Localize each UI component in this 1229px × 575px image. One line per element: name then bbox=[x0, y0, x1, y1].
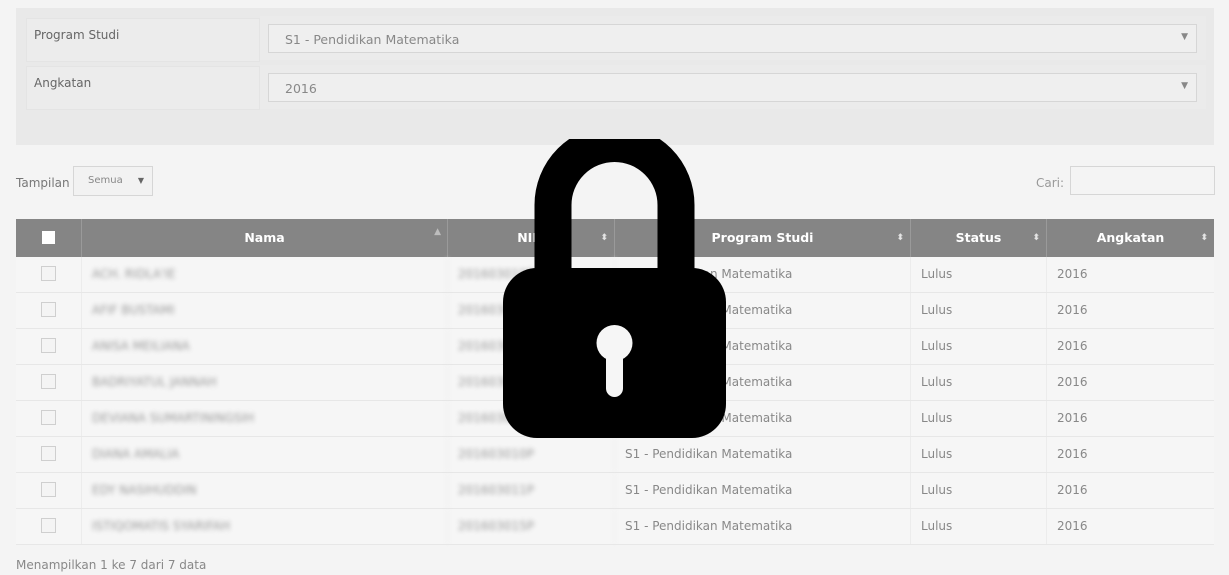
column-header-nama[interactable]: Nama ▲ bbox=[82, 219, 448, 257]
row-checkbox[interactable] bbox=[41, 302, 56, 317]
cell-angkatan: 2016 bbox=[1057, 303, 1088, 317]
cell-status: Lulus bbox=[911, 509, 1047, 544]
angkatan-label: Angkatan bbox=[26, 66, 260, 110]
cell-nama: ISTIQOMATIS SYARIFAH bbox=[82, 509, 448, 544]
cell-nim: 201603010P bbox=[448, 437, 615, 472]
cell-angkatan: 2016 bbox=[1057, 267, 1088, 281]
sort-icon: ⬍ bbox=[1200, 233, 1208, 243]
cell-nama: BADRIYATUL JANNAH bbox=[82, 365, 448, 400]
cell-angkatan: 2016 bbox=[1057, 447, 1088, 461]
cell-program-studi: S1 - Pendidikan Matematika bbox=[615, 473, 911, 508]
chevron-down-icon: ▼ bbox=[1181, 81, 1188, 91]
cell-status: Lulus bbox=[911, 293, 1047, 328]
cell-nama: ACH. RIDLA'IE bbox=[82, 257, 448, 292]
angkatan-value: 2016 bbox=[285, 81, 317, 96]
tampilan-label: Tampilan bbox=[16, 176, 70, 190]
sort-icon: ⬍ bbox=[1032, 233, 1040, 243]
filter-panel: Program Studi S1 - Pendidikan Matematika… bbox=[16, 8, 1214, 145]
cell-status: Lulus bbox=[911, 365, 1047, 400]
cell-angkatan: 2016 bbox=[1057, 339, 1088, 353]
search-input[interactable] bbox=[1070, 166, 1215, 195]
table-info: Menampilkan 1 ke 7 dari 7 data bbox=[16, 558, 207, 572]
column-header-angkatan[interactable]: Angkatan ⬍ bbox=[1047, 219, 1214, 257]
cell-status: Lulus bbox=[911, 257, 1047, 292]
cell-nim: 201603015P bbox=[448, 509, 615, 544]
search-label: Cari: bbox=[1036, 176, 1065, 190]
cell-angkatan: 2016 bbox=[1057, 375, 1088, 389]
table-row: ISTIQOMATIS SYARIFAH 201603015P S1 - Pen… bbox=[16, 509, 1214, 545]
cell-status: Lulus bbox=[911, 473, 1047, 508]
program-studi-select[interactable]: S1 - Pendidikan Matematika ▼ bbox=[268, 24, 1197, 53]
chevron-down-icon: ▼ bbox=[1181, 32, 1188, 42]
cell-status: Lulus bbox=[911, 437, 1047, 472]
row-checkbox[interactable] bbox=[41, 518, 56, 533]
angkatan-select[interactable]: 2016 ▼ bbox=[268, 73, 1197, 102]
cell-nama: DIANA AMALIA bbox=[82, 437, 448, 472]
cell-nama: DEVIANA SUMARTININGSIH bbox=[82, 401, 448, 436]
cell-program-studi: S1 - Pendidikan Matematika bbox=[615, 437, 911, 472]
cell-nama: ANISA MEILIANA bbox=[82, 329, 448, 364]
row-checkbox[interactable] bbox=[41, 338, 56, 353]
program-studi-value: S1 - Pendidikan Matematika bbox=[285, 32, 460, 47]
select-all-checkbox[interactable] bbox=[42, 231, 55, 244]
length-select[interactable]: Semua ▼ bbox=[73, 166, 153, 196]
lock-icon bbox=[503, 139, 726, 438]
cell-nama: AFIF BUSTAMI bbox=[82, 293, 448, 328]
row-checkbox[interactable] bbox=[41, 482, 56, 497]
column-header-status[interactable]: Status ⬍ bbox=[911, 219, 1047, 257]
row-checkbox[interactable] bbox=[41, 446, 56, 461]
angkatan-cell: 2016 ▼ bbox=[260, 65, 1206, 109]
cell-angkatan: 2016 bbox=[1057, 519, 1088, 533]
program-studi-label: Program Studi bbox=[26, 18, 260, 62]
sort-asc-icon: ▲ bbox=[434, 227, 441, 237]
cell-status: Lulus bbox=[911, 401, 1047, 436]
length-value: Semua bbox=[88, 175, 123, 186]
row-checkbox[interactable] bbox=[41, 266, 56, 281]
cell-nim: 201603011P bbox=[448, 473, 615, 508]
cell-status: Lulus bbox=[911, 329, 1047, 364]
cell-angkatan: 2016 bbox=[1057, 483, 1088, 497]
sort-icon: ⬍ bbox=[896, 233, 904, 243]
cell-program-studi: S1 - Pendidikan Matematika bbox=[615, 509, 911, 544]
program-studi-cell: S1 - Pendidikan Matematika ▼ bbox=[260, 16, 1206, 60]
row-checkbox[interactable] bbox=[41, 410, 56, 425]
table-row: EDY NASIHUDDIN 201603011P S1 - Pendidika… bbox=[16, 473, 1214, 509]
row-checkbox[interactable] bbox=[41, 374, 56, 389]
select-all-header bbox=[16, 219, 82, 257]
table-row: DIANA AMALIA 201603010P S1 - Pendidikan … bbox=[16, 437, 1214, 473]
chevron-down-icon: ▼ bbox=[137, 176, 144, 185]
cell-angkatan: 2016 bbox=[1057, 411, 1088, 425]
cell-nama: EDY NASIHUDDIN bbox=[82, 473, 448, 508]
